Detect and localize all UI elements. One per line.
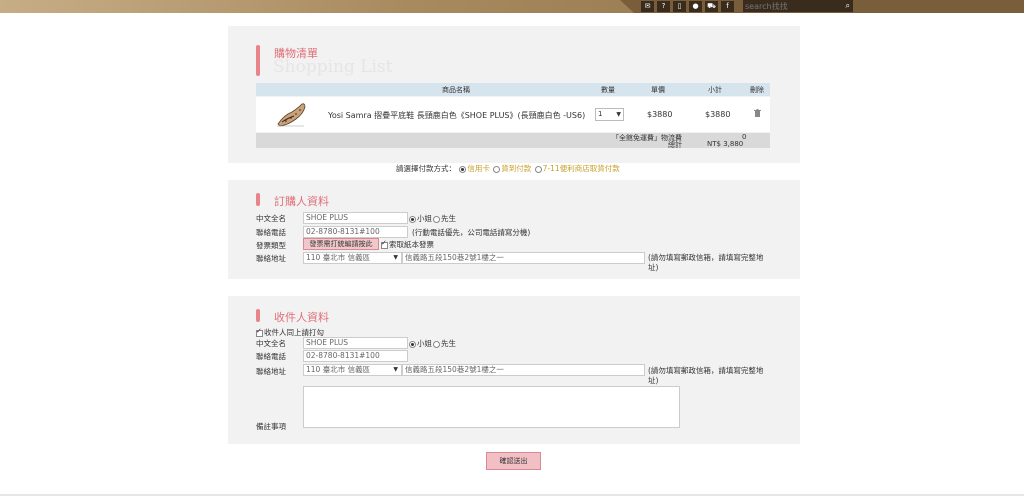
receiver-district-value: 110 臺北市 信義區	[306, 365, 371, 374]
receiver-radio-male[interactable]	[433, 340, 440, 348]
receiver-address-field[interactable]: 信義路五段150巷2號1樓之一	[402, 364, 645, 376]
cart-title-en: Shopping List	[273, 57, 393, 77]
buyer-phone-field[interactable]: 02-8780-8131#100	[303, 226, 408, 238]
unit-price: $3880	[647, 110, 673, 119]
header-qty: 數量	[601, 86, 615, 94]
search-box: ⌕	[743, 0, 853, 12]
submit-button[interactable]: 確認送出	[486, 452, 541, 470]
buyer-title-marker	[256, 193, 260, 206]
receiver-address-label: 聯絡地址	[256, 367, 286, 376]
total-value: NT$ 3,880	[707, 140, 744, 148]
receiver-address-note: (請勿填寫郵政信箱，請填寫完整地址)	[648, 366, 764, 385]
header-subtotal: 小計	[708, 86, 722, 94]
receiver-gender: 小姐 先生	[408, 338, 456, 349]
buyer-district-value: 110 臺北市 信義區	[306, 253, 371, 262]
buyer-gender: 小姐 先生	[408, 213, 456, 224]
receiver-phone-field[interactable]: 02-8780-8131#100	[303, 350, 408, 362]
buyer-radio-male[interactable]	[433, 215, 440, 223]
payment-option-cod[interactable]: 貨到付款	[501, 164, 531, 173]
chevron-down-icon: ▼	[393, 366, 398, 373]
invoice-paper-label: 索取紙本發票	[389, 240, 434, 249]
payment-option-711[interactable]: 7-11便利商店取貨付款	[543, 164, 620, 173]
receiver-male-label: 先生	[441, 339, 456, 348]
buyer-radio-female[interactable]	[409, 215, 416, 223]
remarks-label: 備註事項	[256, 422, 286, 431]
receiver-title-marker	[256, 309, 260, 322]
buyer-male-label: 先生	[441, 214, 456, 223]
top-icons: ✉ ? ▯ ● ⛟ f	[641, 0, 734, 13]
product-name[interactable]: Yosi Samra 摺疊平底鞋 長頸鹿白色《SHOE PLUS》(長頸鹿白色 …	[328, 110, 585, 121]
chevron-down-icon: ▼	[616, 111, 621, 118]
search-input[interactable]	[745, 0, 839, 12]
header-name: 商品名稱	[442, 86, 470, 94]
shipping-total-row: 「全館免運費」物流費 0 總計 NT$ 3,880	[256, 133, 770, 149]
top-bar	[0, 0, 1024, 13]
buyer-female-label: 小姐	[417, 214, 432, 223]
invoice-paper: 索取紙本發票	[381, 239, 434, 250]
chevron-down-icon: ▼	[393, 254, 398, 261]
quantity-value: 1	[598, 110, 603, 118]
facebook-icon[interactable]: f	[721, 1, 734, 12]
invoice-label: 發票類型	[256, 241, 286, 250]
buyer-address-label: 聯絡地址	[256, 254, 286, 263]
payment-option-credit[interactable]: 信用卡	[467, 164, 490, 173]
header-price: 單價	[651, 86, 665, 94]
receiver-female-label: 小姐	[417, 339, 432, 348]
receiver-phone-label: 聯絡電話	[256, 352, 286, 361]
cart-table-header: 商品名稱 數量 單價 小計 刪除	[256, 83, 770, 96]
buyer-title: 訂購人資料	[274, 195, 329, 208]
receiver-district-select[interactable]: 110 臺北市 信義區 ▼	[303, 364, 402, 376]
receiver-title: 收件人資料	[274, 311, 329, 324]
remarks-textarea[interactable]	[303, 386, 680, 428]
help-icon[interactable]: ?	[657, 1, 670, 12]
buyer-name-label: 中文全名	[256, 214, 286, 223]
same-as-buyer-checkbox[interactable]	[256, 327, 263, 337]
receiver-radio-female[interactable]	[409, 340, 416, 348]
payment-radio-cod[interactable]	[493, 165, 501, 173]
buyer-address-field[interactable]: 信義路五段150巷2號1樓之一	[402, 252, 645, 264]
buyer-name-field[interactable]: SHOE PLUS	[303, 212, 408, 224]
buyer-district-select[interactable]: 110 臺北市 信義區 ▼	[303, 252, 402, 264]
trash-icon[interactable]	[754, 109, 761, 117]
receiver-name-label: 中文全名	[256, 339, 286, 348]
payment-radio-credit[interactable]	[459, 165, 467, 173]
invoice-paper-checkbox[interactable]	[381, 239, 388, 249]
user-icon[interactable]: ●	[689, 1, 702, 12]
buyer-phone-label: 聯絡電話	[256, 228, 286, 237]
product-image[interactable]	[274, 100, 310, 130]
cart-title-marker	[256, 45, 260, 76]
quantity-select[interactable]: 1 ▼	[595, 108, 624, 121]
line-subtotal: $3880	[705, 110, 731, 119]
cart-icon[interactable]: ⛟	[705, 1, 718, 12]
buyer-phone-note: (行動電話優先，公司電話請寫分機)	[412, 228, 531, 237]
total-label: 總計	[668, 141, 682, 149]
same-as-buyer-label: 收件人同上請打勾	[264, 328, 324, 337]
payment-radio-711[interactable]	[534, 165, 542, 173]
mail-icon[interactable]: ✉	[641, 1, 654, 12]
payment-method: 請選擇付款方式： 信用卡 貨到付款 7-11便利商店取貨付款	[396, 163, 620, 174]
payment-prompt: 請選擇付款方式：	[396, 164, 456, 173]
invoice-tax-id-button[interactable]: 發票需打統編請按此	[303, 238, 379, 250]
table-row: Yosi Samra 摺疊平底鞋 長頸鹿白色《SHOE PLUS》(長頸鹿白色 …	[256, 97, 770, 132]
search-icon[interactable]: ⌕	[846, 0, 850, 12]
header-delete: 刪除	[750, 86, 764, 94]
document-icon[interactable]: ▯	[673, 1, 686, 12]
receiver-name-field[interactable]: SHOE PLUS	[303, 337, 408, 349]
top-bar-wedge	[620, 0, 634, 13]
buyer-address-note: (請勿填寫郵政信箱，請填寫完整地址)	[648, 253, 764, 272]
